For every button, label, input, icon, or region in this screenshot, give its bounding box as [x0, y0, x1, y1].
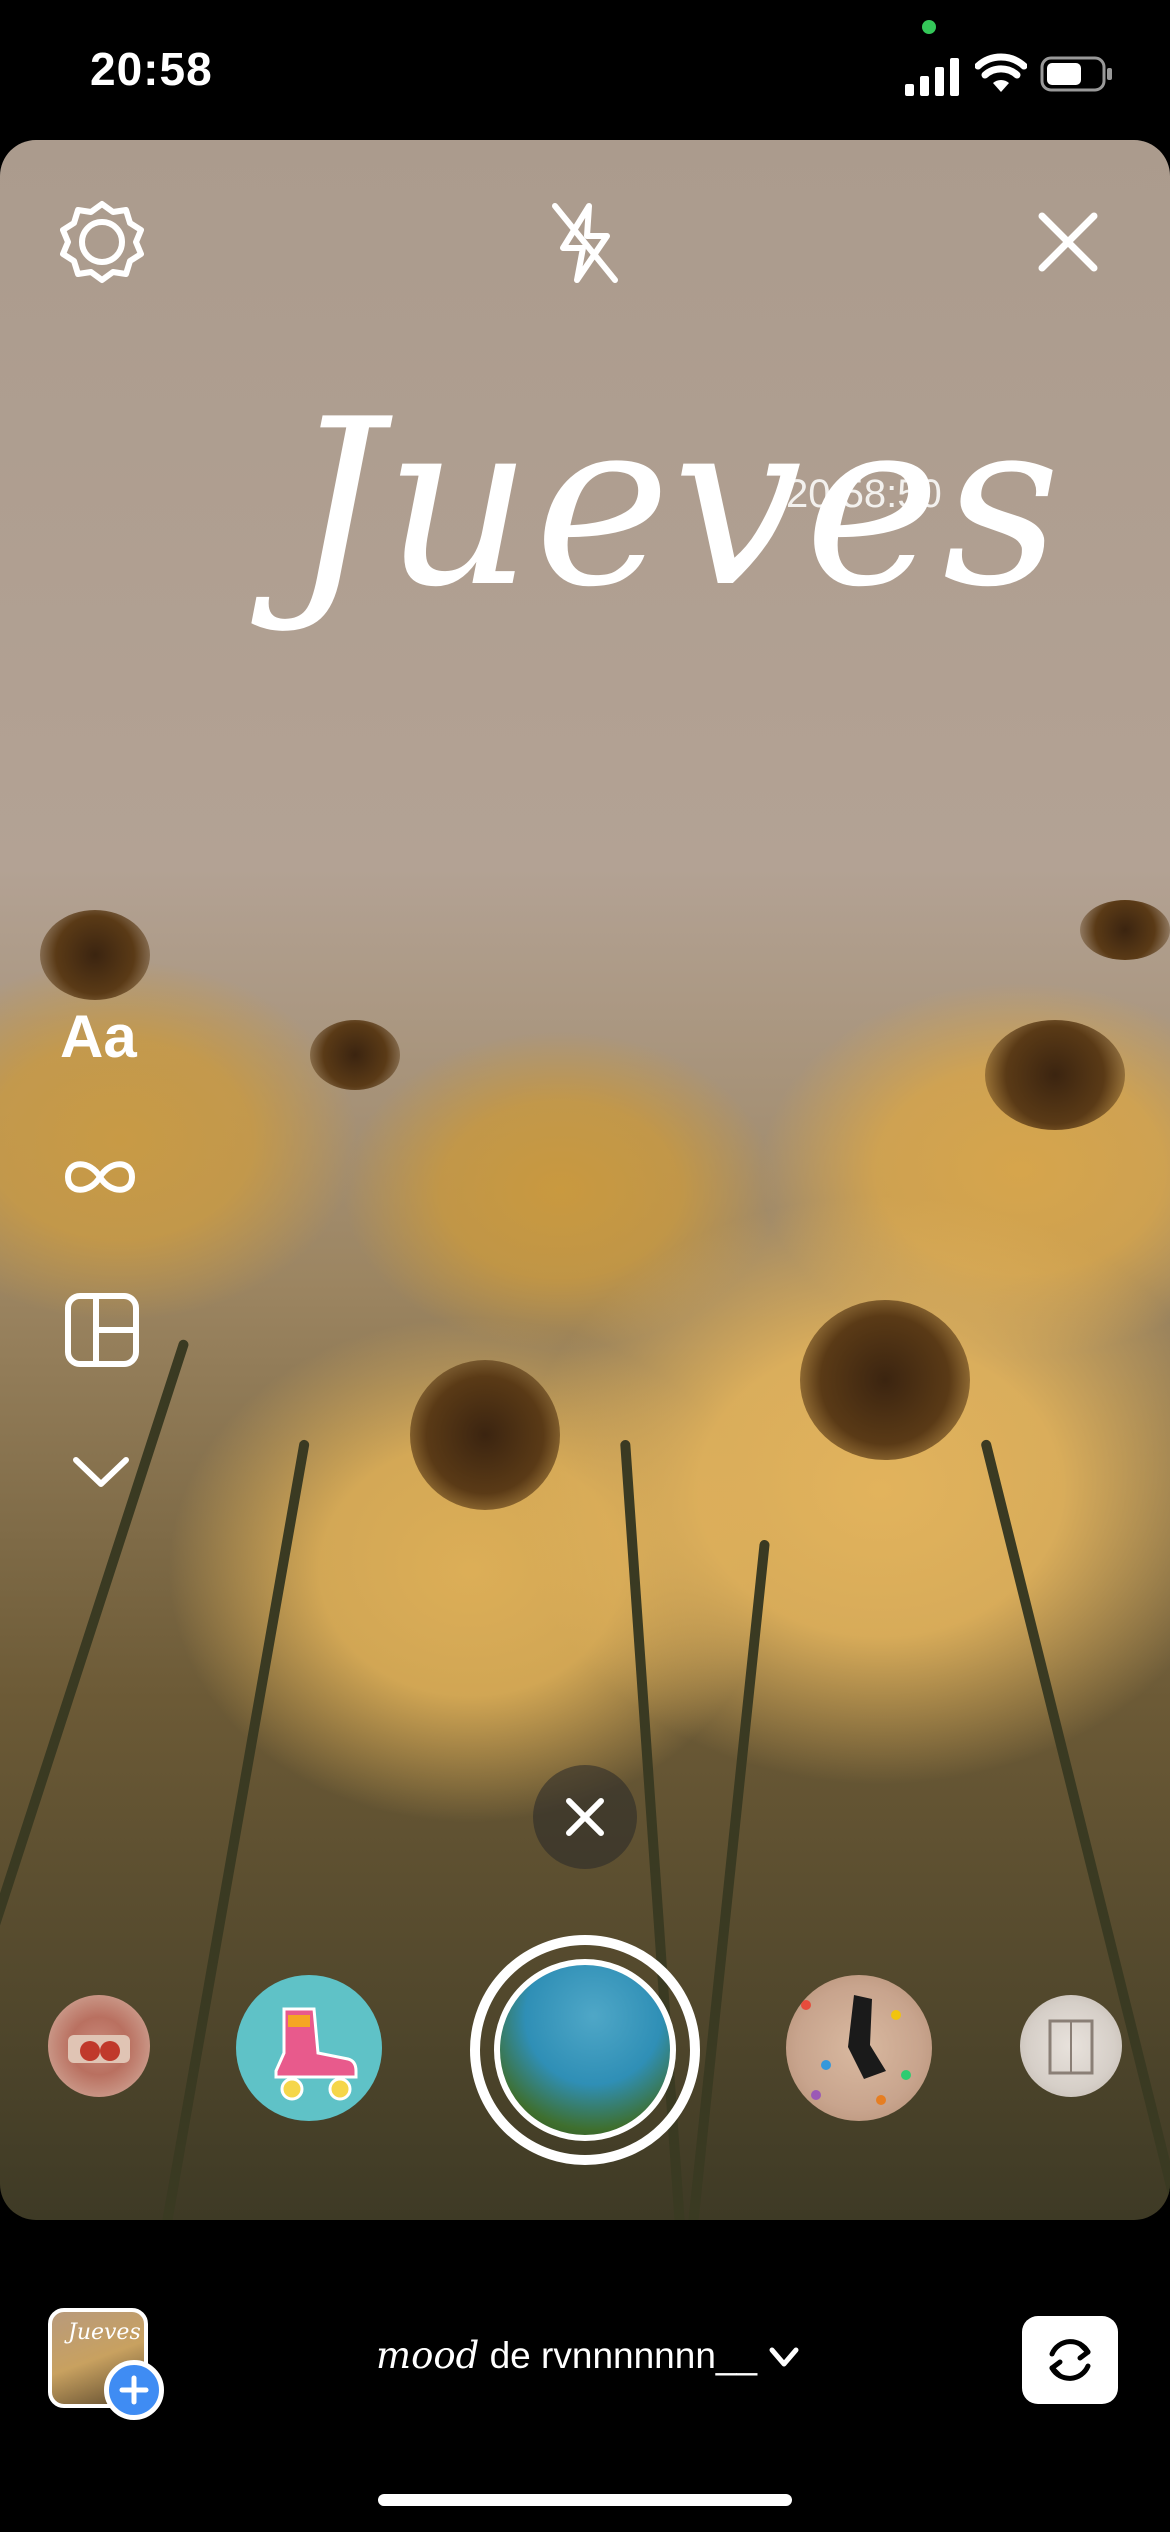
flower-center	[1080, 900, 1170, 960]
layout-icon[interactable]	[64, 1292, 140, 1368]
overlay-time-text: 20:58:50	[786, 472, 942, 516]
effect-name-selector[interactable]: mood de rvnnnnnnn__	[376, 2334, 757, 2377]
gallery-thumb-text: Jueves	[68, 2320, 141, 2345]
flower-center	[985, 1020, 1125, 1130]
close-icon	[566, 1798, 604, 1836]
shutter-button[interactable]	[470, 1935, 700, 2165]
privacy-indicator-dot	[922, 20, 936, 34]
flower-center	[800, 1300, 970, 1460]
battery-icon	[1040, 56, 1112, 92]
plus-icon	[119, 2375, 149, 2405]
effect-thumbnail[interactable]	[786, 1975, 932, 2121]
confetti-boots-icon	[801, 1995, 911, 2105]
effect-name-italic: mood	[376, 2334, 480, 2377]
close-icon[interactable]	[1038, 212, 1098, 272]
flash-off-icon[interactable]	[545, 198, 625, 288]
flower-center	[310, 1020, 400, 1090]
flip-camera-icon	[1049, 2339, 1091, 2381]
candy-icon	[68, 2035, 130, 2063]
text-tool-button[interactable]: Aa	[60, 1002, 137, 1071]
selected-effect-preview	[494, 1959, 676, 2141]
infinity-icon[interactable]	[60, 1150, 140, 1204]
chevron-down-icon[interactable]	[768, 2346, 800, 2370]
wifi-icon	[975, 53, 1027, 92]
flower-stem	[980, 1438, 1170, 2218]
flower-center	[40, 910, 150, 1000]
flower-stem	[686, 1539, 770, 2220]
effect-thumbnail[interactable]	[236, 1975, 382, 2121]
gear-icon[interactable]	[60, 200, 144, 284]
add-badge[interactable]	[104, 2360, 164, 2420]
status-time: 20:58	[90, 43, 213, 95]
cellular-signal-icon	[905, 58, 959, 96]
flip-camera-button[interactable]	[1022, 2316, 1118, 2404]
flower-center	[410, 1360, 560, 1510]
day-overlay-text: Jueves	[290, 371, 1063, 638]
home-indicator[interactable]	[378, 2494, 792, 2506]
frame-icon	[1048, 2019, 1094, 2075]
remove-effect-button[interactable]	[533, 1765, 637, 1869]
roller-skate-icon	[274, 2007, 358, 2101]
effect-thumbnail[interactable]	[1020, 1995, 1122, 2097]
effect-thumbnail[interactable]	[48, 1995, 150, 2097]
effect-name-author: de rvnnnnnnn__	[479, 2335, 758, 2376]
chevron-down-icon[interactable]	[72, 1456, 130, 1490]
